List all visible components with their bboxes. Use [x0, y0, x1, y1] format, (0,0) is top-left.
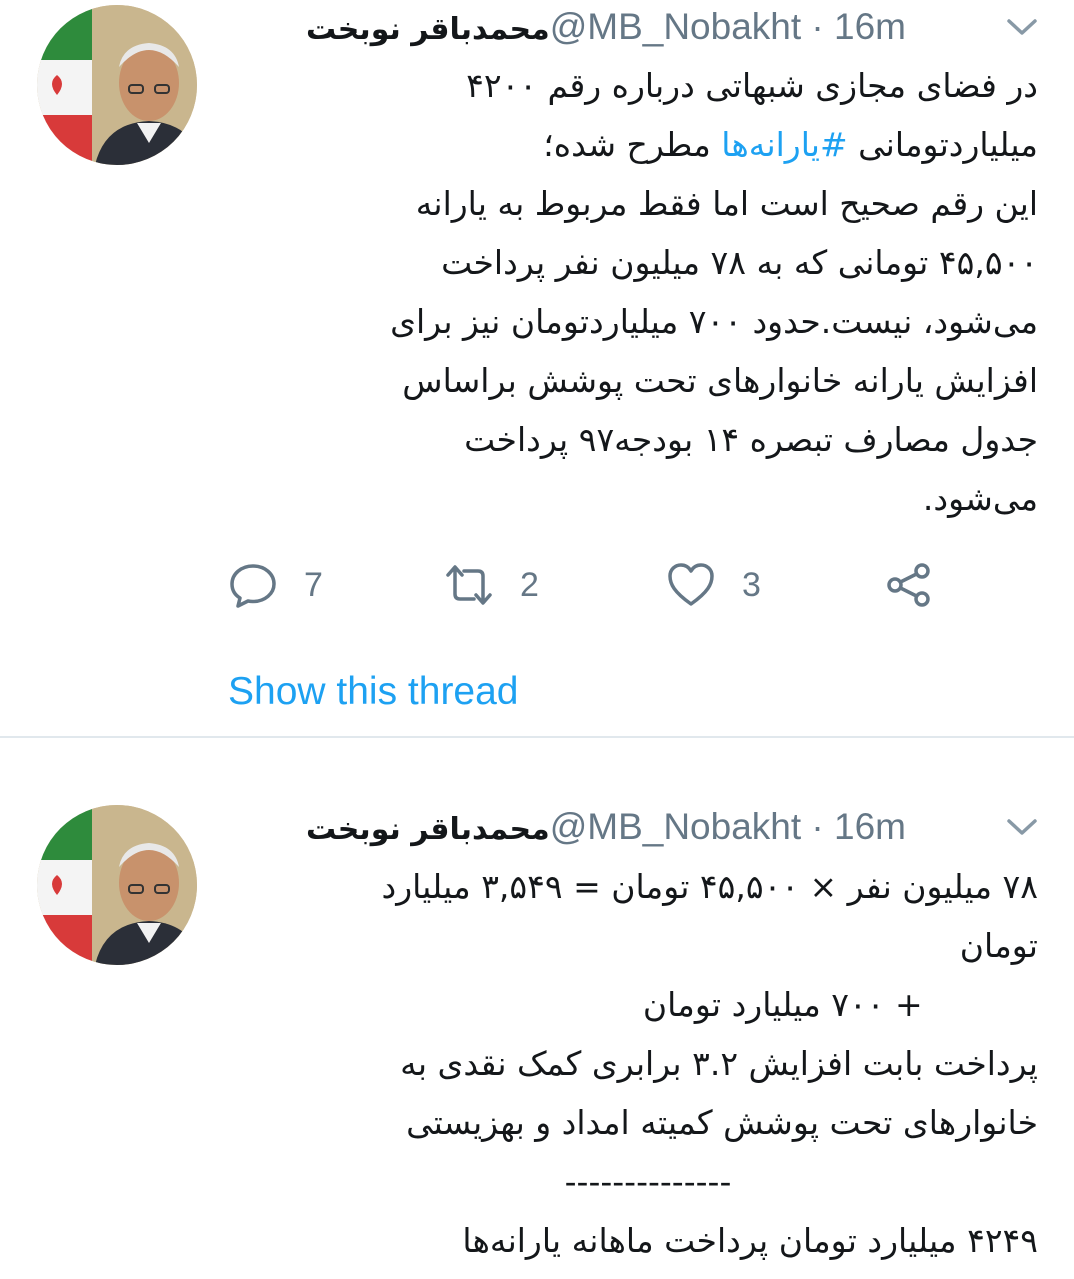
tweet-text-part: مطرح شده؛ این رقم صحیح است اما فقط مربوط…: [390, 125, 1038, 518]
avatar[interactable]: [37, 5, 197, 165]
chevron-down-icon[interactable]: [1005, 816, 1039, 838]
tweet-actions: 7 2 3: [228, 555, 948, 615]
like-icon: [668, 563, 714, 606]
tweet-text-part: ۷۸ میلیون نفر × ۴۵,۵۰۰ تومان = ۳,۵۴۹ میل…: [381, 867, 1039, 1142]
show-thread-link[interactable]: Show this thread: [228, 664, 519, 720]
share-button[interactable]: [884, 555, 934, 615]
text-separator: --------------: [564, 1162, 732, 1201]
avatar[interactable]: [37, 805, 197, 965]
tweet-text-part: ۴۲۴۹ میلیارد تومان پرداخت ماهانه یارانه‌…: [462, 1221, 1038, 1260]
chevron-down-icon[interactable]: [1005, 16, 1039, 38]
tweet-divider: [0, 736, 1074, 738]
timestamp[interactable]: · 16m: [801, 6, 906, 47]
hashtag-link[interactable]: #یارانه‌ها: [721, 125, 847, 164]
like-button[interactable]: 3: [666, 555, 761, 615]
tweet-header: محمدباقر نوبخت@MB_Nobakht · 16m: [220, 2, 1044, 52]
retweet-icon: [446, 565, 492, 605]
display-name[interactable]: محمدباقر نوبخت: [306, 12, 550, 47]
reply-button[interactable]: 7: [228, 555, 323, 615]
avatar-photo: [37, 5, 197, 165]
reply-icon: [230, 564, 276, 608]
handle[interactable]: @MB_Nobakht: [550, 806, 801, 847]
display-name[interactable]: محمدباقر نوبخت: [306, 812, 550, 847]
author-line[interactable]: محمدباقر نوبخت@MB_Nobakht · 16m: [296, 2, 906, 55]
author-line[interactable]: محمدباقر نوبخت@MB_Nobakht · 16m: [296, 802, 906, 855]
tweet[interactable]: محمدباقر نوبخت@MB_Nobakht · 16m ۷۸ میلیو…: [0, 739, 1074, 1279]
timestamp[interactable]: · 16m: [801, 806, 906, 847]
tweet-text: در فضای مجازی شبهاتی درباره رقم ۴۲۰۰ میل…: [258, 56, 1038, 528]
share-icon: [887, 563, 930, 607]
reply-count: 7: [304, 565, 323, 604]
tweet-text: ۷۸ میلیون نفر × ۴۵,۵۰۰ تومان = ۳,۵۴۹ میل…: [258, 857, 1039, 1270]
like-count: 3: [742, 565, 761, 604]
avatar-photo: [37, 805, 197, 965]
tweet-header: محمدباقر نوبخت@MB_Nobakht · 16m: [220, 802, 1044, 852]
handle[interactable]: @MB_Nobakht: [550, 6, 801, 47]
retweet-button[interactable]: 2: [444, 555, 539, 615]
retweet-count: 2: [520, 565, 539, 604]
tweet[interactable]: محمدباقر نوبخت@MB_Nobakht · 16m در فضای …: [0, 0, 1074, 737]
